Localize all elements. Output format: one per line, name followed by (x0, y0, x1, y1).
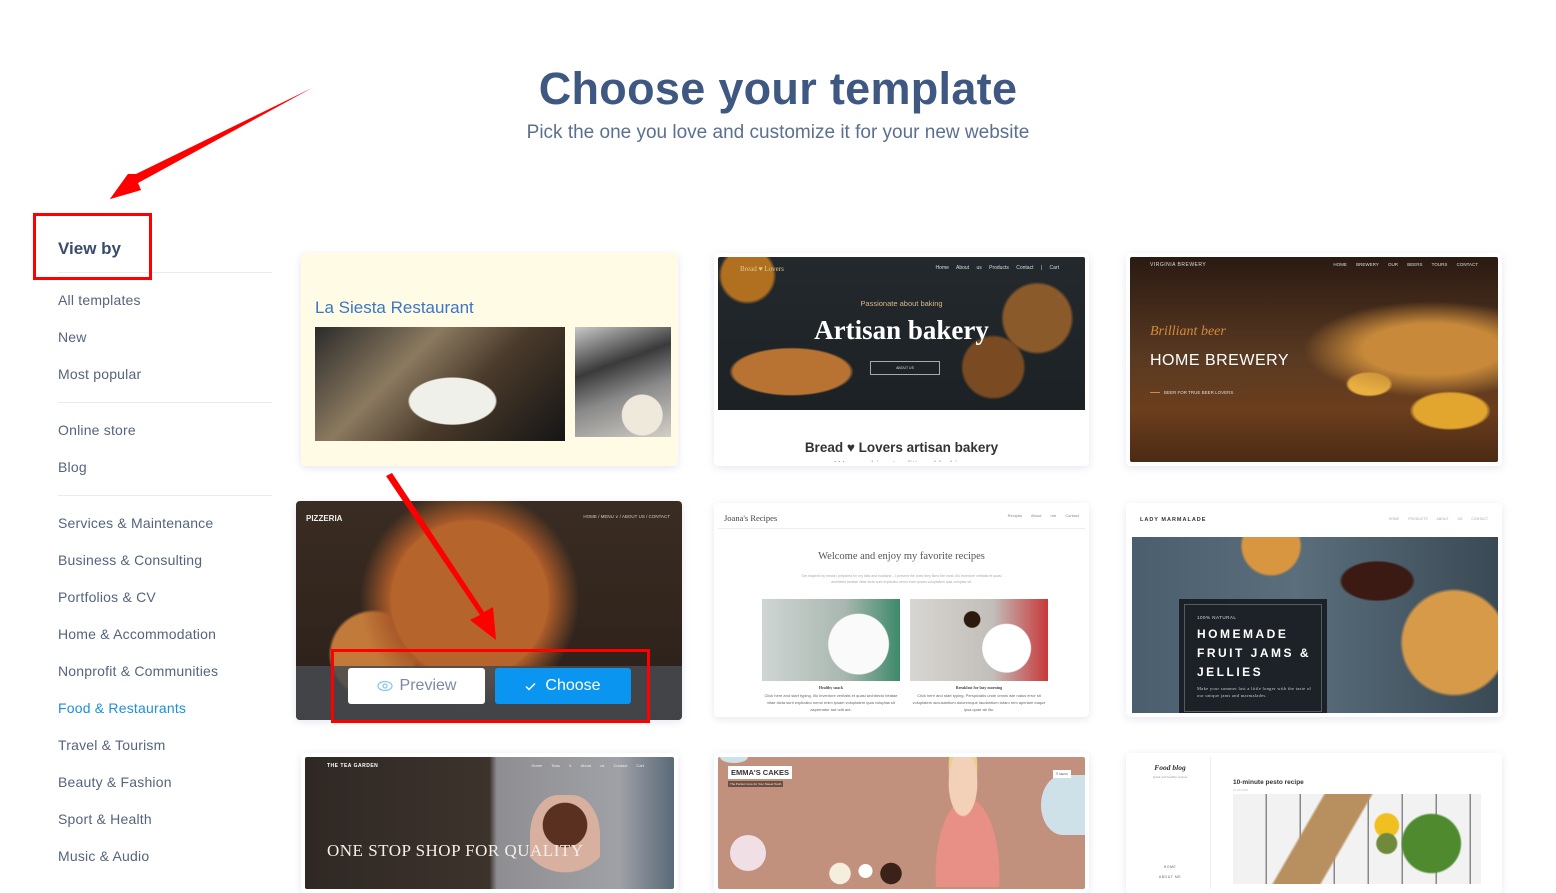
sidebar-group-type: Online store Blog (58, 403, 272, 496)
site-logo: LADY MARMALADE (1140, 517, 1207, 523)
template-thumbnail: Joana's Recipes Recipes About me Contact… (718, 507, 1085, 713)
decor-circle (730, 835, 766, 871)
site-nav: Home Teas ∨ About us Contact Cart (531, 763, 644, 768)
annotation-box-view-by (33, 213, 152, 280)
hero-kicker: Passionate about baking (860, 299, 943, 308)
site-logo: VIRGINIA BREWERY (1150, 262, 1207, 268)
sidebar-item-travel-tourism[interactable]: Travel & Tourism (58, 727, 272, 764)
template-thumbnail: THE TEA GARDEN Home Teas ∨ About us Cont… (305, 757, 674, 889)
hero-script: Brilliant beer (1150, 324, 1226, 339)
template-card-bread-lovers[interactable]: Bread ♥ Lovers Home About us Products Co… (714, 253, 1089, 466)
bakery-hero-image: Bread ♥ Lovers Home About us Products Co… (718, 257, 1085, 410)
post-title: 10-minute pesto recipe (1233, 779, 1304, 786)
recipe-text: Click here and start typing. Illo invent… (764, 693, 898, 712)
hero-textbox: 100% NATURAL HOMEMADE FRUIT JAMS & JELLI… (1179, 599, 1327, 713)
site-nav: HOME BREWERY OUR BEERS TOURS CONTACT (1333, 262, 1478, 267)
sidebar-item-new[interactable]: New (58, 319, 272, 356)
hero-headline: HOMEMADE FRUIT JAMS & JELLIES (1197, 627, 1311, 679)
jam-hero-image: 100% NATURAL HOMEMADE FRUIT JAMS & JELLI… (1132, 537, 1498, 713)
decor-circle (1041, 775, 1085, 835)
template-card-tea-garden[interactable]: THE TEA GARDEN Home Teas ∨ About us Cont… (301, 753, 678, 893)
template-card-food-blog[interactable]: Food blog Quick and healthy recipes HOME… (1126, 753, 1502, 893)
site-tagline: Quick and healthy recipes (1152, 775, 1188, 779)
hero-subtext: BEER FOR TRUE BEER LOVERS (1150, 390, 1233, 395)
template-thumbnail: LADY MARMALADE HOME PRODUCTS ABOUT US CO… (1130, 507, 1498, 713)
template-card-emmas-cakes[interactable]: EMMA'S CAKES The Perfect Cure for Your S… (714, 753, 1089, 893)
sidebar-item-home-accommodation[interactable]: Home & Accommodation (58, 616, 272, 653)
blog-nav-item: HOME (1163, 865, 1177, 869)
site-logo: EMMA'S CAKES (728, 766, 793, 779)
sidebar-item-music-audio[interactable]: Music & Audio (58, 838, 272, 875)
menu-button: ☰ MENU (1052, 770, 1071, 778)
cupcakes-photo (823, 861, 908, 886)
chef-photo (575, 327, 671, 437)
recipe-photo (910, 599, 1048, 681)
template-card-lady-marmalade[interactable]: LADY MARMALADE HOME PRODUCTS ABOUT US CO… (1126, 503, 1502, 717)
page-subtitle: Pick the one you love and customize it f… (526, 122, 1030, 143)
template-thumbnail: VIRGINIA BREWERY HOME BREWERY OUR BEERS … (1130, 257, 1498, 462)
sidebar-item-all-templates[interactable]: All templates (58, 282, 272, 319)
site-nav: HOME PRODUCTS ABOUT US CONTACT (1388, 517, 1488, 521)
sidebar-item-sport-health[interactable]: Sport & Health (58, 801, 272, 838)
template-thumbnail: EMMA'S CAKES The Perfect Cure for Your S… (718, 757, 1085, 889)
site-nav: Home About us Products Contact | Cart (935, 265, 1059, 271)
site-nav: Recipes About me Contact (1007, 513, 1079, 518)
sidebar-item-nonprofit-communities[interactable]: Nonprofit & Communities (58, 653, 272, 690)
site-logo: Joana's Recipes (724, 513, 778, 523)
hero-button: ABOUT US (870, 361, 940, 375)
hero-body: Make your summer last a little longer wi… (1197, 686, 1312, 698)
recipe-caption: Healthy snack (818, 685, 844, 690)
template-card-la-siesta[interactable]: La Siesta Restaurant (301, 253, 678, 466)
site-heading: Welcome and enjoy my favorite recipes (818, 551, 985, 562)
site-logo: Food blog (1154, 763, 1186, 772)
site-logo: THE TEA GARDEN (327, 763, 379, 769)
recipe-text: Click here and start typing. Perspiciati… (912, 693, 1046, 712)
recipe-photo (762, 599, 900, 681)
sidebar-item-business-consulting[interactable]: Business & Consulting (58, 542, 272, 579)
recipe-caption: Breakfast for lazy morning (955, 685, 1003, 690)
hero-headline: Artisan bakery (814, 315, 989, 345)
annotation-box-buttons (331, 649, 650, 723)
sidebar-item-online-store[interactable]: Online store (58, 412, 272, 449)
page-header: Choose your template Pick the one you lo… (0, 58, 1556, 144)
hero-headline: ONE STOP SHOP FOR QUALITY (327, 841, 584, 860)
template-card-virginia-brewery[interactable]: VIRGINIA BREWERY HOME BREWERY OUR BEERS … (1126, 253, 1502, 466)
site-lede: Get inspired by meals I prepared for my … (801, 574, 1002, 584)
site-nav: HOME / MENU ∨ / ABOUT US / CONTACT (583, 514, 670, 519)
nav-divider (718, 528, 1085, 529)
post-date: 21.09.2016 (1233, 788, 1249, 792)
blog-nav-item: ABOUT ME (1158, 875, 1182, 879)
site-subtext: We combine traditional baking (718, 460, 1085, 462)
sidebar-item-beauty-fashion[interactable]: Beauty & Fashion (58, 764, 272, 801)
sidebar-item-most-popular[interactable]: Most popular (58, 356, 272, 393)
template-thumbnail: Food blog Quick and healthy recipes HOME… (1130, 757, 1498, 889)
site-logo: PIZZERIA (306, 514, 343, 523)
hero-kicker: 100% NATURAL (1197, 615, 1237, 620)
sidebar-group-categories: Services & Maintenance Business & Consul… (58, 496, 272, 884)
template-site-title: La Siesta Restaurant (315, 298, 474, 317)
sidebar-item-food-restaurants[interactable]: Food & Restaurants (58, 690, 272, 727)
baker-photo (918, 757, 1008, 887)
site-logo: Bread ♥ Lovers (740, 265, 784, 273)
template-card-joanas-recipes[interactable]: Joana's Recipes Recipes About me Contact… (714, 503, 1089, 717)
decor-circle (720, 757, 748, 763)
template-thumbnail: Bread ♥ Lovers Home About us Products Co… (718, 257, 1085, 462)
pesto-photo (1233, 794, 1481, 884)
hero-headline: HOME BREWERY (1150, 352, 1290, 369)
template-thumbnail: La Siesta Restaurant (305, 257, 674, 462)
restaurant-photo (315, 327, 565, 441)
sidebar-item-services-maintenance[interactable]: Services & Maintenance (58, 505, 272, 542)
sidebar-group-sort: All templates New Most popular (58, 273, 272, 403)
sidebar-item-portfolios-cv[interactable]: Portfolios & CV (58, 579, 272, 616)
page-title: Choose your template (538, 63, 1018, 114)
sidebar-item-blog[interactable]: Blog (58, 449, 272, 486)
view-by-sidebar: View by All templates New Most popular O… (58, 232, 272, 884)
site-tagline: Bread ♥ Lovers artisan bakery (804, 440, 999, 455)
site-tagline: The Perfect Cure for Your Sweet Tooth (728, 781, 784, 787)
